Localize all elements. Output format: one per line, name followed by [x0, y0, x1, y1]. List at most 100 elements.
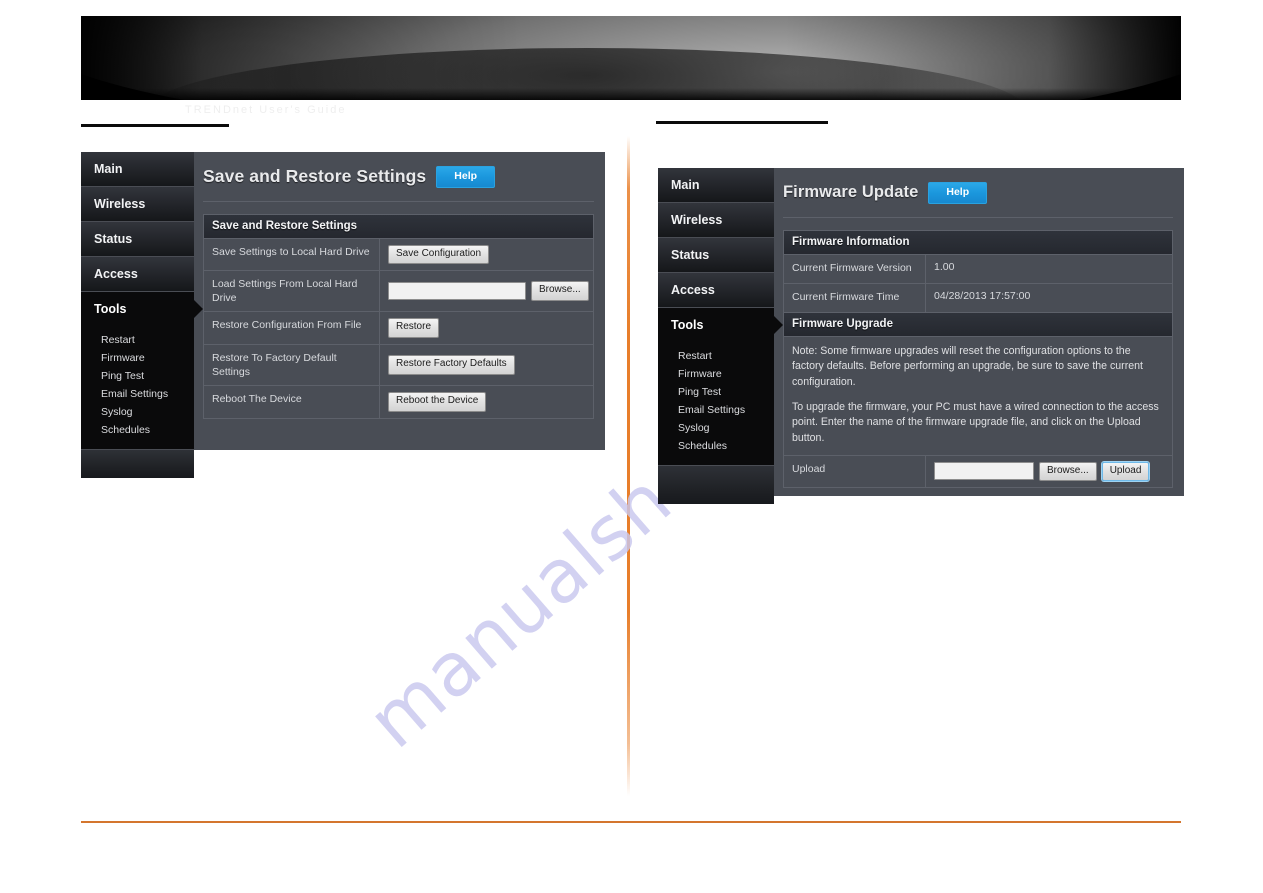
row-label: Current Firmware Time: [784, 283, 926, 312]
row-label: Upload: [784, 455, 926, 488]
table-row: Current Firmware Time 04/28/2013 17:57:0…: [784, 283, 1172, 313]
right-title-row: Firmware Update Help: [774, 168, 1184, 204]
title-divider: [203, 200, 594, 202]
firmware-note-paragraph-2: To upgrade the firmware, your PC must ha…: [792, 400, 1159, 444]
sidebar-item-status[interactable]: Status: [81, 222, 194, 257]
page-title: Save and Restore Settings: [203, 166, 427, 187]
subnav-item-syslog[interactable]: Syslog: [101, 403, 194, 421]
watermark-text: manualsh: [352, 456, 689, 765]
footer-orange-rule: [81, 821, 1181, 823]
sidebar-item-label: Main: [671, 178, 700, 192]
row-label: Restore Configuration From File: [204, 312, 380, 344]
left-sidebar: Main Wireless Status Access Tools Restar…: [81, 152, 194, 478]
help-button[interactable]: Help: [436, 166, 496, 188]
row-value: Save Configuration: [380, 239, 593, 271]
sidebar-item-access[interactable]: Access: [81, 257, 194, 292]
table-row: Load Settings From Local Hard Drive Brow…: [204, 271, 593, 313]
section-heading-rule-left: [81, 124, 229, 127]
banner-ghost-text: TRENDnet User's Guide: [185, 104, 347, 116]
table-row: Upload Browse... Upload: [784, 455, 1172, 489]
sidebar-item-label: Tools: [671, 318, 704, 332]
save-configuration-button[interactable]: Save Configuration: [388, 244, 490, 264]
row-value: Browse... Upload: [926, 456, 1172, 488]
sidebar-item-main[interactable]: Main: [658, 168, 774, 203]
subnav-item-firmware[interactable]: Firmware: [101, 349, 194, 367]
help-button[interactable]: Help: [928, 182, 988, 204]
firmware-upgrade-header: Firmware Upgrade: [784, 312, 1172, 337]
reboot-device-button[interactable]: Reboot the Device: [388, 392, 487, 412]
subnav-item-restart[interactable]: Restart: [678, 347, 774, 365]
subnav-item-schedules[interactable]: Schedules: [101, 421, 194, 439]
row-value: Reboot the Device: [380, 386, 593, 418]
sidebar-item-tools[interactable]: Tools: [658, 308, 774, 343]
current-firmware-version-value: 1.00: [934, 260, 955, 273]
left-sidebar-subnav: Restart Firmware Ping Test Email Setting…: [81, 327, 194, 449]
sidebar-item-access[interactable]: Access: [658, 273, 774, 308]
sidebar-item-label: Main: [94, 162, 123, 176]
current-firmware-time-value: 04/28/2013 17:57:00: [934, 289, 1031, 302]
left-content: Save and Restore Settings Help Save and …: [194, 152, 605, 450]
right-content: Firmware Update Help Firmware Informatio…: [774, 168, 1184, 496]
table-row: Restore To Factory Default Settings Rest…: [204, 344, 593, 387]
row-value: Restore Factory Defaults: [380, 345, 593, 385]
sidebar-item-wireless[interactable]: Wireless: [81, 187, 194, 222]
left-sidebar-nav: Main Wireless Status Access Tools: [81, 152, 194, 327]
row-value: Browse...: [380, 271, 593, 311]
subnav-item-email-settings[interactable]: Email Settings: [101, 385, 194, 403]
subnav-item-restart[interactable]: Restart: [101, 331, 194, 349]
sidebar-item-status[interactable]: Status: [658, 238, 774, 273]
subnav-item-firmware[interactable]: Firmware: [678, 365, 774, 383]
sidebar-filler: [658, 465, 774, 504]
save-restore-table: Save and Restore Settings Save Settings …: [203, 213, 594, 419]
sidebar-item-label: Wireless: [94, 197, 146, 211]
firmware-information-table: Firmware Information Current Firmware Ve…: [783, 229, 1173, 489]
firmware-note-paragraph-1: Note: Some firmware upgrades will reset …: [792, 344, 1143, 388]
right-sidebar-nav: Main Wireless Status Access Tools: [658, 168, 774, 343]
row-label: Reboot The Device: [204, 386, 380, 418]
upload-button[interactable]: Upload: [1101, 461, 1150, 482]
left-title-row: Save and Restore Settings Help: [194, 152, 605, 188]
sidebar-item-main[interactable]: Main: [81, 152, 194, 187]
sidebar-filler: [81, 449, 194, 478]
right-sidebar-subnav: Restart Firmware Ping Test Email Setting…: [658, 343, 774, 465]
row-label: Restore To Factory Default Settings: [204, 344, 380, 386]
right-sidebar: Main Wireless Status Access Tools Restar…: [658, 168, 774, 504]
table-row: Reboot The Device Reboot the Device: [204, 386, 593, 419]
table-row: Save Settings to Local Hard Drive Save C…: [204, 238, 593, 271]
load-settings-file-input[interactable]: [388, 282, 526, 301]
sidebar-item-label: Access: [94, 267, 138, 281]
sidebar-item-label: Status: [671, 248, 710, 262]
subnav-item-email-settings[interactable]: Email Settings: [678, 401, 774, 419]
restore-factory-defaults-button[interactable]: Restore Factory Defaults: [388, 355, 515, 375]
browse-button[interactable]: Browse...: [531, 281, 589, 301]
section-heading-rule-right: [656, 121, 828, 124]
page-title: Firmware Update: [783, 183, 919, 202]
subnav-item-schedules[interactable]: Schedules: [678, 437, 774, 455]
sidebar-item-label: Tools: [94, 302, 127, 316]
sidebar-item-label: Status: [94, 232, 133, 246]
title-divider: [783, 216, 1173, 218]
browse-button[interactable]: Browse...: [1039, 461, 1097, 482]
save-restore-settings-screenshot: Main Wireless Status Access Tools Restar…: [81, 152, 605, 478]
table-row: Restore Configuration From File Restore: [204, 312, 593, 345]
firmware-file-input[interactable]: [934, 462, 1034, 481]
sidebar-item-tools[interactable]: Tools: [81, 292, 194, 327]
subnav-item-ping-test[interactable]: Ping Test: [678, 383, 774, 401]
table-header: Firmware Information: [784, 230, 1172, 255]
center-orange-divider: [627, 136, 630, 796]
restore-button[interactable]: Restore: [388, 318, 440, 338]
subnav-item-syslog[interactable]: Syslog: [678, 419, 774, 437]
row-value: Restore: [380, 312, 593, 344]
top-banner: [81, 16, 1181, 100]
subnav-item-ping-test[interactable]: Ping Test: [101, 367, 194, 385]
banner-bottom-fade: [81, 88, 1181, 100]
row-label: Save Settings to Local Hard Drive: [204, 238, 380, 270]
table-row: Current Firmware Version 1.00: [784, 254, 1172, 284]
firmware-upgrade-note: Note: Some firmware upgrades will reset …: [784, 337, 1172, 456]
sidebar-item-label: Access: [671, 283, 715, 297]
row-label: Current Firmware Version: [784, 254, 926, 283]
firmware-update-screenshot: Main Wireless Status Access Tools Restar…: [658, 168, 1184, 504]
row-label: Load Settings From Local Hard Drive: [204, 271, 380, 312]
sidebar-item-wireless[interactable]: Wireless: [658, 203, 774, 238]
table-header: Save and Restore Settings: [204, 214, 593, 239]
